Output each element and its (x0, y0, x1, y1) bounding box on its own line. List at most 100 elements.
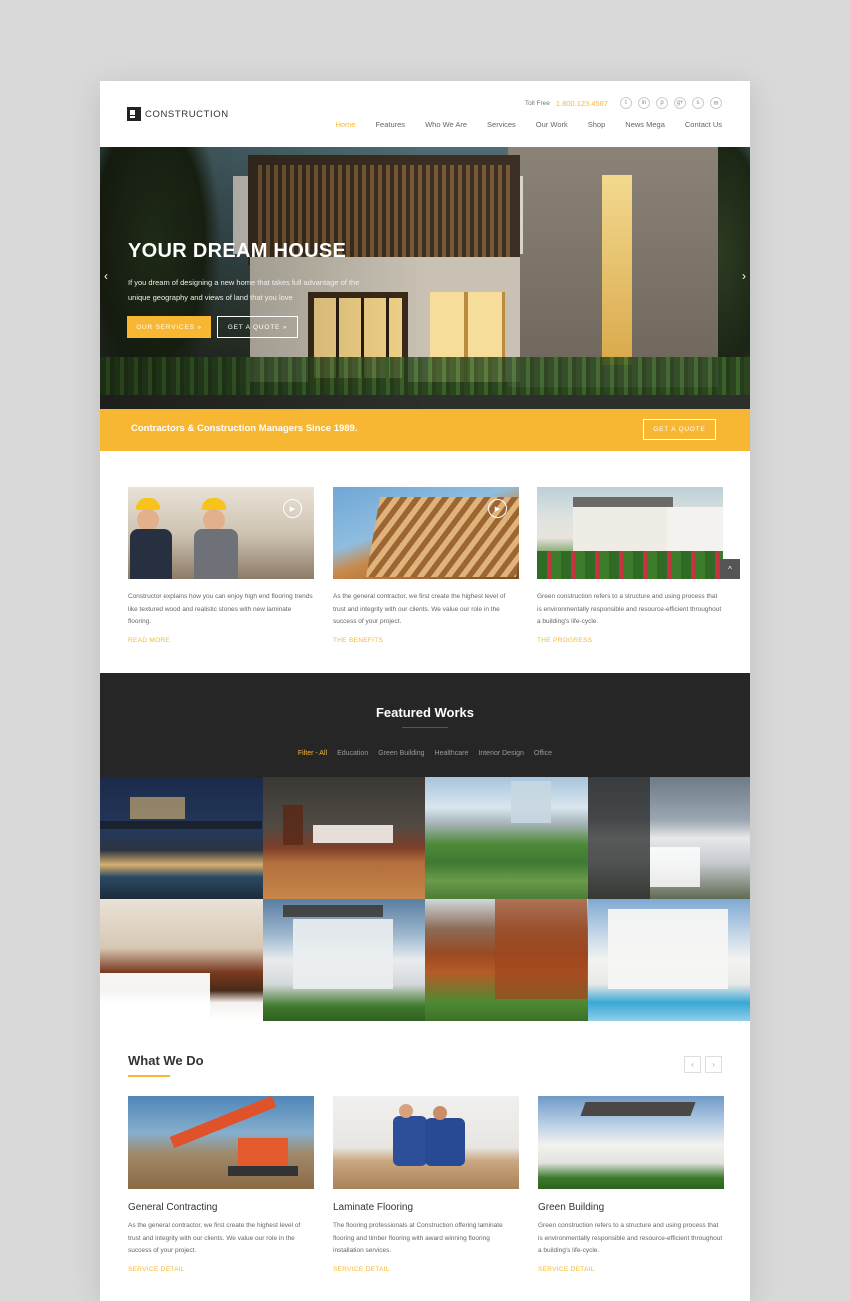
filter-interior-design[interactable]: Interior Design (478, 750, 524, 757)
hero-slider: YOUR DREAM HOUSE If you dream of designi… (100, 147, 750, 409)
toll-free-label: Toll Free (524, 99, 550, 107)
slider-next-icon[interactable]: › (742, 269, 746, 283)
service-text: The flooring professionals at Constructi… (333, 1222, 503, 1254)
nav-features[interactable]: Features (375, 120, 405, 129)
service-title[interactable]: Green Building (538, 1202, 724, 1213)
service-title[interactable]: Laminate Flooring (333, 1202, 519, 1213)
filter-office[interactable]: Office (534, 750, 552, 757)
title-underline (128, 1075, 170, 1077)
logo-text: CONSTRUCTION (145, 108, 229, 120)
portfolio-filters: Filter - All Education Green Building He… (100, 750, 750, 757)
portfolio-item[interactable] (425, 899, 588, 1021)
sofa-shape (100, 973, 210, 1021)
service-detail-link[interactable]: SERVICE DETAIL (538, 1266, 724, 1273)
portfolio-grid (100, 777, 750, 1021)
hero-get-quote-button[interactable]: GET A QUOTE » (217, 316, 298, 338)
carousel-prev-icon[interactable]: ‹ (684, 1056, 701, 1073)
hero-text: If you dream of designing a new home tha… (128, 278, 360, 302)
nav-services[interactable]: Services (487, 120, 516, 129)
service-detail-link[interactable]: SERVICE DETAIL (128, 1266, 314, 1273)
roof-framing-video-thumbnail[interactable]: ▶ (333, 487, 519, 579)
toll-free-number[interactable]: 1.800.123.4567 (556, 99, 608, 108)
what-we-do-title: What We Do (128, 1053, 204, 1068)
nav-contact-us[interactable]: Contact Us (685, 120, 722, 129)
portfolio-item[interactable] (262, 899, 425, 1021)
linkedin-icon[interactable]: in (638, 97, 650, 109)
building-shape (100, 821, 262, 829)
top-bar: Toll Free 1.800.123.4567 t in p g+ s ✉ (525, 97, 722, 109)
the-progress-link[interactable]: THE PROGRESS (537, 637, 723, 644)
green-building-image[interactable] (538, 1096, 724, 1189)
service-card: General Contracting As the general contr… (128, 1096, 314, 1273)
logo[interactable]: CONSTRUCTION (127, 107, 229, 121)
portfolio-item[interactable] (587, 899, 750, 1021)
hero-house-window (602, 175, 632, 365)
portfolio-item[interactable] (100, 777, 263, 899)
service-detail-link[interactable]: SERVICE DETAIL (333, 1266, 519, 1273)
service-card: Green Building Green construction refers… (538, 1096, 724, 1273)
banner-text: Contractors & Construction Managers Sinc… (131, 423, 358, 434)
portfolio-item[interactable] (425, 777, 588, 899)
nav-shop[interactable]: Shop (588, 120, 606, 129)
slider-prev-icon[interactable]: ‹ (104, 269, 108, 283)
play-icon[interactable]: ▶ (283, 499, 302, 518)
house-shape (573, 497, 673, 552)
worker-shape (425, 1118, 465, 1166)
scroll-to-top-icon[interactable]: ^ (720, 559, 740, 579)
title-underline (402, 727, 448, 728)
filter-green-building[interactable]: Green Building (378, 750, 424, 757)
service-title[interactable]: General Contracting (128, 1202, 314, 1213)
building-shape (649, 847, 700, 887)
filter-education[interactable]: Education (337, 750, 368, 757)
worker-body-shape (130, 529, 172, 579)
portfolio-item[interactable] (262, 777, 425, 899)
nav-our-work[interactable]: Our Work (536, 120, 568, 129)
worker-face-shape (137, 509, 159, 531)
twitter-icon[interactable]: t (620, 97, 632, 109)
skype-icon[interactable]: s (692, 97, 704, 109)
green-house-image (537, 487, 723, 579)
our-services-button[interactable]: OUR SERVICES » (127, 316, 211, 338)
what-we-do-section: What We Do ‹ › General Contracting As th… (100, 1021, 750, 1301)
banner-get-quote-button[interactable]: GET A QUOTE (643, 419, 716, 440)
portfolio-item[interactable] (587, 777, 750, 899)
google-plus-icon[interactable]: g+ (674, 97, 686, 109)
roof-shape (580, 1102, 696, 1116)
email-icon[interactable]: ✉ (710, 97, 722, 109)
furniture-shape (282, 805, 303, 845)
play-icon[interactable]: ▶ (488, 499, 507, 518)
cta-banner: Contractors & Construction Managers Sinc… (100, 409, 750, 451)
the-benefits-link[interactable]: THE BENEFITS (333, 637, 519, 644)
intro-card: ▶ Constructor explains how you can enjoy… (128, 487, 314, 644)
flooring-image[interactable] (333, 1096, 519, 1189)
worker-shape (393, 1116, 427, 1166)
worker-head-shape (433, 1106, 447, 1120)
portfolio-item[interactable] (100, 899, 263, 1021)
excavator-cab-shape (238, 1138, 288, 1168)
page: CONSTRUCTION Toll Free 1.800.123.4567 t … (100, 81, 750, 1301)
main-nav: Home Features Who We Are Services Our Wo… (315, 120, 722, 129)
building-shape (511, 781, 551, 823)
pinterest-icon[interactable]: p (656, 97, 668, 109)
carousel-next-icon[interactable]: › (705, 1056, 722, 1073)
building-shape (292, 919, 393, 989)
service-card: Laminate Flooring The flooring professio… (333, 1096, 519, 1273)
building-shape (607, 909, 728, 989)
building-shape (587, 777, 650, 899)
worker-body-shape (194, 529, 238, 579)
nav-news-mega[interactable]: News Mega (625, 120, 665, 129)
read-more-link[interactable]: READ MORE (128, 637, 314, 644)
service-text: Green construction refers to a structure… (538, 1222, 723, 1254)
filter-all[interactable]: Filter - All (298, 750, 327, 757)
nav-home[interactable]: Home (335, 120, 355, 129)
carousel-nav: ‹ › (684, 1056, 722, 1073)
excavator-image[interactable] (128, 1096, 314, 1189)
worker-head-shape (399, 1104, 413, 1118)
service-text: As the general contractor, we first crea… (128, 1222, 301, 1254)
nav-who-we-are[interactable]: Who We Are (425, 120, 467, 129)
house-shape (667, 507, 723, 552)
filter-healthcare[interactable]: Healthcare (435, 750, 469, 757)
workers-video-thumbnail[interactable]: ▶ (128, 487, 314, 579)
hero-title: YOUR DREAM HOUSE (128, 240, 347, 262)
intro-card-text: As the general contractor, we first crea… (333, 593, 506, 625)
